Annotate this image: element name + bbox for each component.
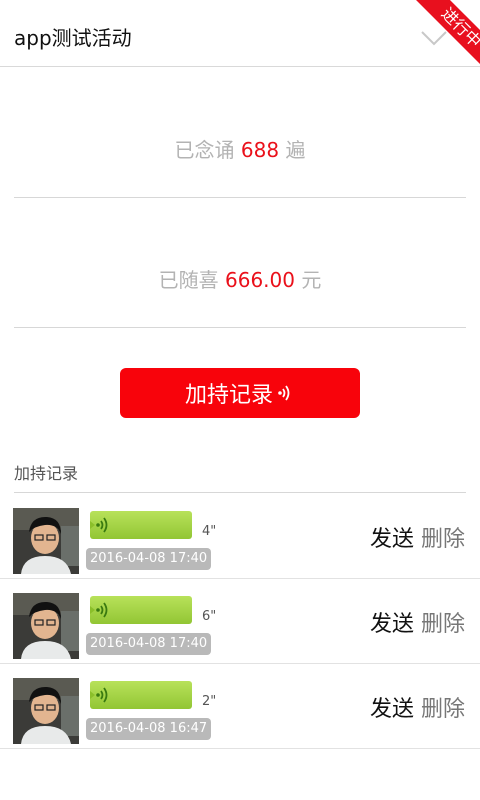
voice-message-bubble[interactable] bbox=[90, 681, 192, 709]
record-timestamp: 2016-04-08 16:47 bbox=[86, 718, 212, 740]
divider bbox=[14, 197, 466, 198]
chant-suffix: 遍 bbox=[285, 138, 306, 162]
avatar bbox=[13, 678, 79, 744]
donation-value: 666.00 bbox=[225, 268, 295, 292]
voice-message-bubble[interactable] bbox=[90, 511, 192, 539]
records-section-title: 加持记录 bbox=[14, 464, 79, 483]
chant-prefix: 已念诵 bbox=[174, 138, 235, 162]
voice-duration: 2" bbox=[202, 694, 217, 709]
record-row: 6" 2016-04-08 17:40 发送 删除 bbox=[0, 579, 480, 664]
donation-stat: 已随喜 666.00 元 bbox=[14, 264, 466, 293]
record-row: 4" 2016-04-08 17:40 发送 删除 bbox=[0, 494, 480, 579]
delete-button[interactable]: 删除 bbox=[421, 691, 465, 723]
chant-count-stat: 已念诵 688 遍 bbox=[14, 134, 466, 163]
header-bar: app测试活动 进行中 bbox=[0, 0, 480, 70]
voice-wave-icon bbox=[90, 602, 108, 618]
status-ribbon-label: 进行中 bbox=[413, 0, 480, 70]
status-ribbon: 进行中 bbox=[410, 0, 480, 70]
donation-suffix: 元 bbox=[301, 268, 322, 292]
row-divider bbox=[0, 748, 480, 749]
page-title: app测试活动 bbox=[14, 26, 132, 50]
avatar bbox=[13, 593, 79, 659]
voice-duration: 6" bbox=[202, 609, 217, 624]
record-timestamp: 2016-04-08 17:40 bbox=[86, 548, 212, 570]
voice-message-bubble[interactable] bbox=[90, 596, 192, 624]
chant-count-value: 688 bbox=[240, 138, 280, 162]
send-button[interactable]: 发送 bbox=[370, 691, 414, 723]
send-button[interactable]: 发送 bbox=[370, 521, 414, 553]
send-button[interactable]: 发送 bbox=[370, 606, 414, 638]
delete-button[interactable]: 删除 bbox=[421, 606, 465, 638]
record-blessing-button[interactable]: 加持记录 bbox=[120, 368, 360, 418]
voice-wave-icon bbox=[90, 517, 108, 533]
avatar bbox=[13, 508, 79, 574]
voice-wave-icon bbox=[90, 687, 108, 703]
divider bbox=[14, 327, 466, 328]
divider bbox=[14, 492, 466, 493]
sound-wave-icon bbox=[278, 385, 290, 401]
record-row: 2" 2016-04-08 16:47 发送 删除 bbox=[0, 664, 480, 749]
delete-button[interactable]: 删除 bbox=[421, 521, 465, 553]
donation-prefix: 已随喜 bbox=[158, 268, 219, 292]
voice-duration: 4" bbox=[202, 524, 217, 539]
record-timestamp: 2016-04-08 17:40 bbox=[86, 633, 212, 655]
record-blessing-label: 加持记录 bbox=[184, 383, 273, 408]
